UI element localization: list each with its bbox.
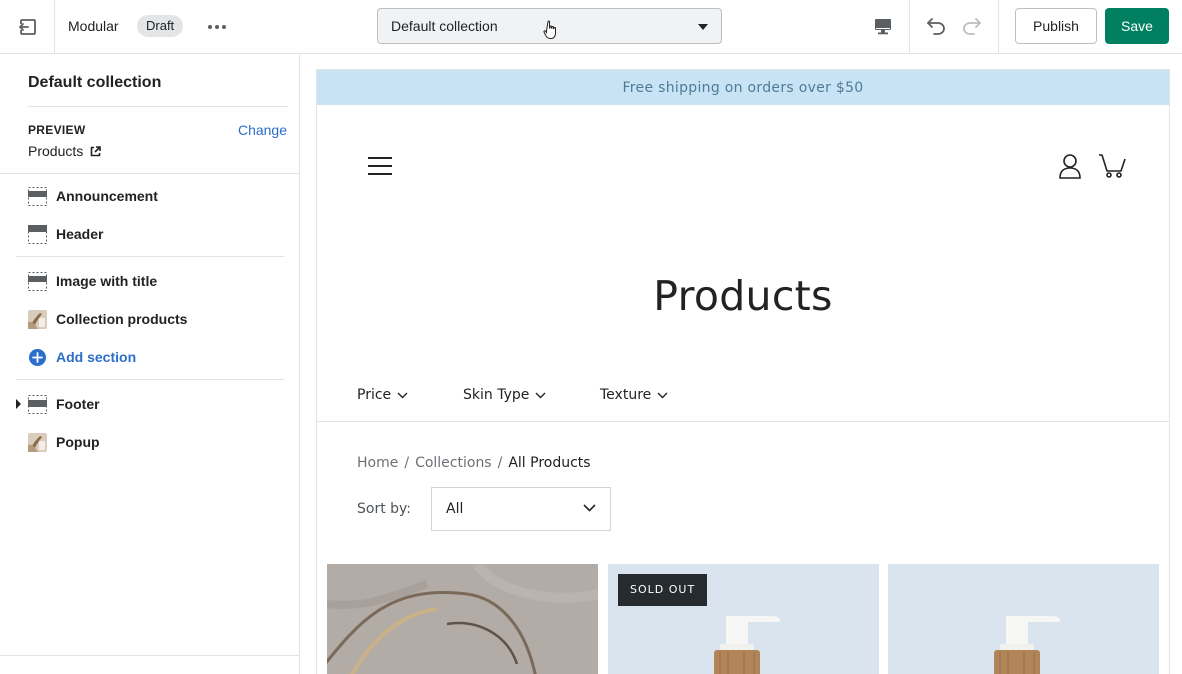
undo-icon bbox=[927, 18, 945, 35]
add-section-button[interactable]: Add section bbox=[0, 342, 290, 372]
sidebar-title: Default collection bbox=[28, 74, 162, 91]
hamburger-menu-icon[interactable] bbox=[367, 155, 393, 177]
chevron-down-icon bbox=[583, 504, 596, 512]
template-selector-value: Default collection bbox=[391, 18, 498, 34]
storefront-preview: Free shipping on orders over $50 Product… bbox=[316, 69, 1170, 674]
section-announcement[interactable]: Announcement bbox=[0, 181, 290, 211]
filter-texture[interactable]: Texture bbox=[600, 387, 668, 403]
section-placeholder-icon bbox=[28, 271, 47, 291]
divider bbox=[317, 421, 1169, 422]
redo-button[interactable] bbox=[958, 12, 986, 40]
undo-button[interactable] bbox=[922, 12, 950, 40]
exit-icon bbox=[19, 19, 36, 35]
section-placeholder-icon bbox=[28, 394, 47, 414]
filter-label: Skin Type bbox=[463, 387, 530, 403]
breadcrumb-separator: / bbox=[497, 455, 503, 471]
topbar-divider bbox=[909, 0, 910, 54]
chevron-down-icon bbox=[535, 392, 546, 398]
filter-skin-type[interactable]: Skin Type bbox=[463, 387, 546, 403]
chevron-down-icon bbox=[657, 392, 668, 398]
product-card[interactable] bbox=[327, 564, 598, 674]
section-label: Popup bbox=[56, 434, 100, 450]
breadcrumb-collections[interactable]: Collections bbox=[415, 455, 492, 471]
section-footer[interactable]: Footer bbox=[0, 389, 290, 419]
filter-price[interactable]: Price bbox=[357, 387, 408, 403]
preview-label: PREVIEW bbox=[28, 123, 86, 137]
breadcrumb-separator: / bbox=[404, 455, 410, 471]
section-label: Announcement bbox=[56, 188, 158, 204]
caret-down-icon bbox=[698, 24, 708, 30]
section-label: Collection products bbox=[56, 311, 188, 327]
pump-bottle-photo bbox=[888, 564, 1159, 674]
driftwood-photo bbox=[327, 564, 598, 674]
sort-select[interactable]: All bbox=[431, 487, 611, 531]
divider bbox=[16, 256, 284, 257]
add-section-label: Add section bbox=[56, 349, 137, 365]
sort-label: Sort by: bbox=[357, 501, 412, 517]
section-popup[interactable]: Popup bbox=[0, 427, 290, 457]
redo-icon bbox=[963, 18, 981, 35]
section-header[interactable]: Header bbox=[0, 219, 290, 249]
editor-topbar: Modular Draft Default collection Publish… bbox=[0, 0, 1182, 54]
hand-pointer-cursor-icon bbox=[543, 20, 556, 39]
section-label: Image with title bbox=[56, 273, 158, 289]
announcement-text: Free shipping on orders over $50 bbox=[622, 79, 864, 96]
preview-resource-name: Products bbox=[28, 143, 84, 159]
breadcrumb-current: All Products bbox=[508, 455, 591, 471]
external-link-icon bbox=[90, 145, 102, 156]
save-button[interactable]: Save bbox=[1105, 8, 1169, 44]
divider bbox=[0, 173, 300, 174]
theme-name: Modular bbox=[68, 18, 119, 34]
change-preview-link[interactable]: Change bbox=[238, 122, 287, 138]
section-placeholder-icon bbox=[28, 186, 47, 206]
breadcrumb: Home / Collections / All Products bbox=[357, 455, 591, 471]
product-thumbnail-icon bbox=[28, 309, 47, 329]
filter-label: Price bbox=[357, 387, 392, 403]
product-thumbnail-icon bbox=[28, 432, 47, 452]
filter-label: Texture bbox=[600, 387, 652, 403]
draft-status-badge: Draft bbox=[137, 15, 184, 37]
sold-out-badge: SOLD OUT bbox=[618, 574, 708, 606]
product-card[interactable]: SOLD OUT bbox=[608, 564, 879, 674]
section-label: Header bbox=[56, 226, 104, 242]
desktop-preview-button[interactable] bbox=[870, 13, 896, 39]
exit-editor-button[interactable] bbox=[14, 13, 42, 41]
preview-resource-link[interactable]: Products bbox=[28, 143, 102, 159]
sort-value: All bbox=[446, 501, 464, 517]
collection-title: Products bbox=[653, 272, 833, 320]
more-actions-button[interactable] bbox=[204, 14, 230, 40]
section-label: Footer bbox=[56, 396, 100, 412]
more-horizontal-icon bbox=[208, 25, 226, 29]
divider bbox=[16, 379, 284, 380]
breadcrumb-home[interactable]: Home bbox=[357, 455, 398, 471]
topbar-divider bbox=[998, 0, 999, 54]
topbar-divider bbox=[54, 0, 55, 54]
header-section-icon bbox=[28, 224, 47, 244]
divider bbox=[0, 655, 300, 656]
divider bbox=[28, 106, 288, 107]
chevron-down-icon bbox=[397, 392, 408, 398]
section-collection-products[interactable]: Collection products bbox=[0, 304, 290, 334]
desktop-icon bbox=[875, 19, 891, 35]
plus-circle-icon bbox=[29, 348, 46, 366]
publish-button[interactable]: Publish bbox=[1015, 8, 1097, 44]
account-icon[interactable] bbox=[1058, 153, 1082, 179]
cart-icon[interactable] bbox=[1098, 153, 1126, 179]
section-image-with-title[interactable]: Image with title bbox=[0, 266, 290, 296]
product-card[interactable] bbox=[888, 564, 1159, 674]
sections-sidebar: Default collection PREVIEW Change Produc… bbox=[0, 54, 300, 674]
announcement-bar[interactable]: Free shipping on orders over $50 bbox=[317, 70, 1169, 105]
